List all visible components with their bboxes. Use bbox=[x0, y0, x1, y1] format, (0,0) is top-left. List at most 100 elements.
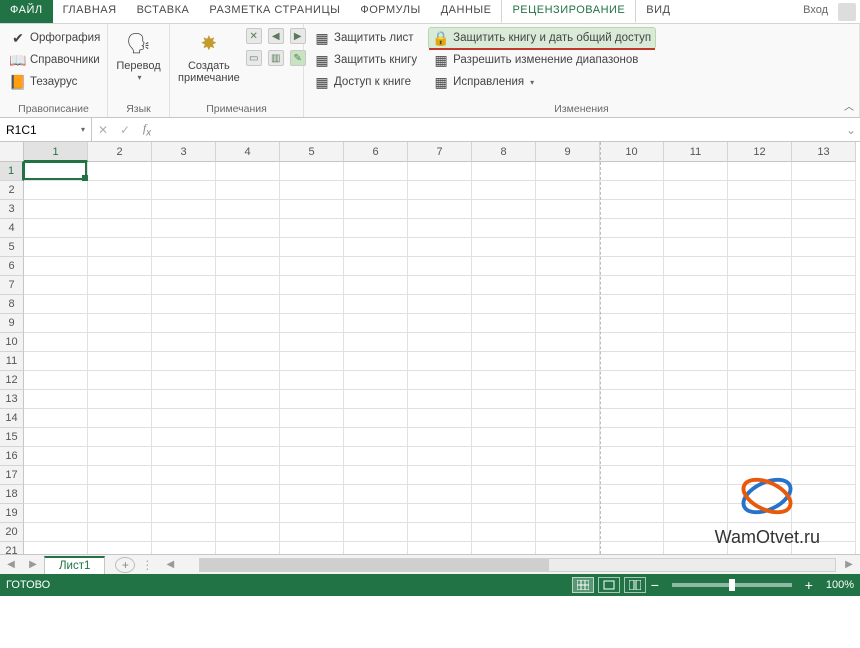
cell[interactable] bbox=[216, 181, 280, 200]
cell[interactable] bbox=[664, 181, 728, 200]
tab-view[interactable]: ВИД bbox=[636, 0, 680, 23]
cell[interactable] bbox=[24, 257, 88, 276]
cell[interactable] bbox=[664, 523, 728, 542]
column-headers[interactable]: 12345678910111213 bbox=[24, 142, 860, 162]
cell[interactable] bbox=[216, 200, 280, 219]
cell[interactable] bbox=[472, 219, 536, 238]
cell[interactable] bbox=[600, 238, 664, 257]
hscroll-right-button[interactable]: ▶ bbox=[838, 559, 860, 570]
cell[interactable] bbox=[280, 428, 344, 447]
cell[interactable] bbox=[24, 200, 88, 219]
cell[interactable] bbox=[728, 409, 792, 428]
cell[interactable] bbox=[88, 276, 152, 295]
cell[interactable] bbox=[24, 181, 88, 200]
cell[interactable] bbox=[280, 295, 344, 314]
cell[interactable] bbox=[152, 162, 216, 181]
cell[interactable] bbox=[792, 257, 856, 276]
cell[interactable] bbox=[664, 238, 728, 257]
row-header[interactable]: 11 bbox=[0, 352, 24, 371]
cell[interactable] bbox=[152, 333, 216, 352]
column-header[interactable]: 3 bbox=[152, 142, 216, 162]
cell[interactable] bbox=[88, 162, 152, 181]
cell[interactable] bbox=[280, 371, 344, 390]
cell[interactable] bbox=[216, 371, 280, 390]
zoom-slider-knob[interactable] bbox=[729, 579, 735, 591]
cell[interactable] bbox=[152, 504, 216, 523]
cell[interactable] bbox=[536, 181, 600, 200]
cell[interactable] bbox=[344, 466, 408, 485]
cell[interactable] bbox=[344, 409, 408, 428]
tab-review[interactable]: РЕЦЕНЗИРОВАНИЕ bbox=[501, 0, 636, 23]
cell[interactable] bbox=[664, 295, 728, 314]
cell[interactable] bbox=[792, 333, 856, 352]
thesaurus-button[interactable]: 📙Тезаурус bbox=[6, 72, 104, 92]
cell[interactable] bbox=[344, 276, 408, 295]
cell[interactable] bbox=[216, 466, 280, 485]
cell[interactable] bbox=[344, 295, 408, 314]
cell[interactable] bbox=[152, 485, 216, 504]
cell[interactable] bbox=[408, 485, 472, 504]
cell[interactable] bbox=[600, 390, 664, 409]
cell[interactable] bbox=[408, 409, 472, 428]
column-header[interactable]: 2 bbox=[88, 142, 152, 162]
cell[interactable] bbox=[152, 314, 216, 333]
cell[interactable] bbox=[408, 238, 472, 257]
cell[interactable] bbox=[536, 333, 600, 352]
cell[interactable] bbox=[536, 219, 600, 238]
cell[interactable] bbox=[472, 466, 536, 485]
cell[interactable] bbox=[216, 390, 280, 409]
cell[interactable] bbox=[600, 314, 664, 333]
cell[interactable] bbox=[472, 295, 536, 314]
cell[interactable] bbox=[280, 200, 344, 219]
cell[interactable] bbox=[24, 447, 88, 466]
research-button[interactable]: 📖Справочники bbox=[6, 50, 104, 70]
cell[interactable] bbox=[280, 219, 344, 238]
cell[interactable] bbox=[408, 162, 472, 181]
cell[interactable] bbox=[472, 276, 536, 295]
cell[interactable] bbox=[344, 162, 408, 181]
cell[interactable] bbox=[280, 447, 344, 466]
tab-home[interactable]: ГЛАВНАЯ bbox=[53, 0, 127, 23]
cell[interactable] bbox=[664, 466, 728, 485]
cell[interactable] bbox=[152, 200, 216, 219]
cell[interactable] bbox=[536, 276, 600, 295]
translate-button[interactable]: 🗣 Перевод ▾ bbox=[114, 28, 163, 85]
cell[interactable] bbox=[88, 352, 152, 371]
cell[interactable] bbox=[408, 276, 472, 295]
cell[interactable] bbox=[88, 295, 152, 314]
cell[interactable] bbox=[728, 219, 792, 238]
cell[interactable] bbox=[728, 238, 792, 257]
cell[interactable] bbox=[24, 390, 88, 409]
cell[interactable] bbox=[728, 276, 792, 295]
cell[interactable] bbox=[792, 466, 856, 485]
cell[interactable] bbox=[408, 295, 472, 314]
cell[interactable] bbox=[792, 200, 856, 219]
cell[interactable] bbox=[472, 428, 536, 447]
zoom-slider[interactable] bbox=[672, 583, 792, 587]
cell[interactable] bbox=[472, 504, 536, 523]
cell[interactable] bbox=[88, 504, 152, 523]
cell[interactable] bbox=[728, 428, 792, 447]
cell[interactable] bbox=[792, 504, 856, 523]
cell[interactable] bbox=[792, 371, 856, 390]
cell[interactable] bbox=[216, 485, 280, 504]
column-header[interactable]: 5 bbox=[280, 142, 344, 162]
cell[interactable] bbox=[152, 352, 216, 371]
show-all-comments-button[interactable]: ▥ bbox=[268, 50, 284, 66]
cell[interactable] bbox=[152, 428, 216, 447]
cell[interactable] bbox=[728, 371, 792, 390]
row-header[interactable]: 7 bbox=[0, 276, 24, 295]
cell[interactable] bbox=[152, 466, 216, 485]
insert-function-button[interactable]: fx bbox=[136, 121, 158, 138]
cell[interactable] bbox=[24, 466, 88, 485]
cell[interactable] bbox=[728, 200, 792, 219]
cell[interactable] bbox=[600, 447, 664, 466]
cell[interactable] bbox=[280, 314, 344, 333]
cell[interactable] bbox=[216, 257, 280, 276]
cell[interactable] bbox=[344, 371, 408, 390]
cell[interactable] bbox=[600, 295, 664, 314]
cell[interactable] bbox=[88, 238, 152, 257]
column-header[interactable]: 10 bbox=[600, 142, 664, 162]
cell[interactable] bbox=[728, 257, 792, 276]
cell[interactable] bbox=[664, 504, 728, 523]
